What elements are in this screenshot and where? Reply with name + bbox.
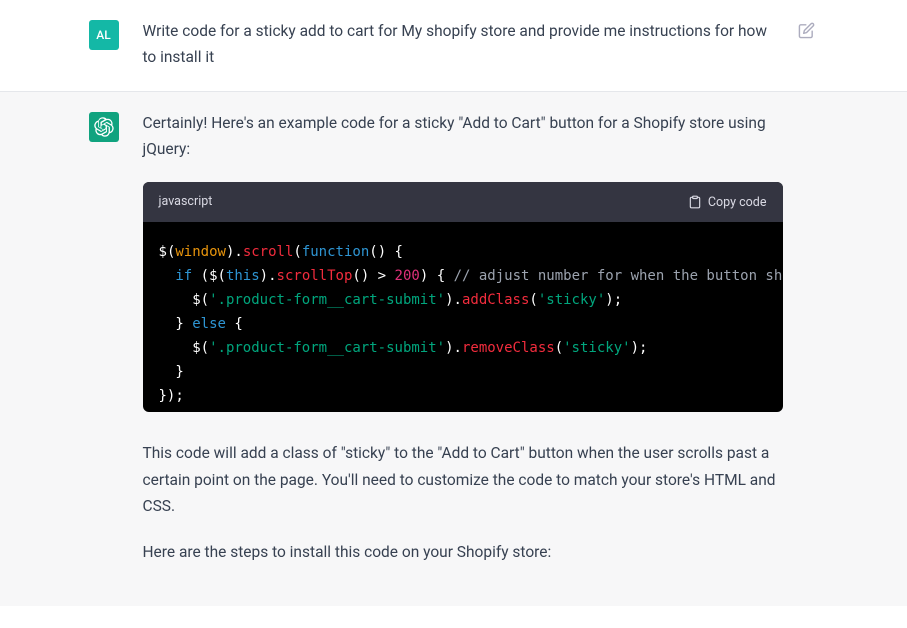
- user-initials: AL: [96, 25, 110, 45]
- code-block: javascript Copy code $(window).scroll(fu…: [143, 182, 783, 412]
- edit-button[interactable]: [798, 22, 815, 42]
- code-token: (: [201, 340, 209, 356]
- code-line: $(window).scroll(function() {: [159, 240, 767, 264]
- code-token: window: [175, 244, 226, 260]
- code-line: } else {: [159, 312, 767, 336]
- assistant-install-intro: Here are the steps to install this code …: [143, 539, 783, 565]
- code-token: ).: [445, 340, 462, 356]
- assistant-avatar: [89, 112, 119, 142]
- code-token: });: [159, 388, 184, 404]
- edit-icon: [798, 22, 815, 39]
- code-token: {: [226, 316, 243, 332]
- copy-code-label: Copy code: [708, 195, 767, 210]
- code-token: () >: [352, 268, 394, 284]
- assistant-row: Certainly! Here's an example code for a …: [79, 110, 829, 586]
- code-token: }: [159, 364, 184, 380]
- code-token: // adjust number for when the button sho…: [454, 268, 783, 284]
- copy-code-button[interactable]: Copy code: [688, 195, 767, 210]
- user-content: Write code for a sticky add to cart for …: [143, 18, 819, 71]
- code-token: (: [218, 268, 226, 284]
- code-token: (: [529, 292, 537, 308]
- user-turn: AL Write code for a sticky add to cart f…: [0, 0, 907, 92]
- code-token: scrollTop: [277, 268, 353, 284]
- code-token: $: [209, 268, 217, 284]
- code-token: 'sticky': [563, 340, 630, 356]
- code-token: $: [159, 244, 167, 260]
- code-token: 200: [395, 268, 420, 284]
- code-line: $('.product-form__cart-submit').removeCl…: [159, 336, 767, 360]
- code-token: [159, 340, 193, 356]
- code-token: this: [226, 268, 260, 284]
- code-token: ) {: [420, 268, 454, 284]
- code-token: (: [555, 340, 563, 356]
- assistant-turn: Certainly! Here's an example code for a …: [0, 92, 907, 606]
- user-row: AL Write code for a sticky add to cart f…: [79, 18, 829, 71]
- user-avatar: AL: [89, 20, 119, 50]
- user-message-text: Write code for a sticky add to cart for …: [143, 18, 783, 71]
- code-token: '.product-form__cart-submit': [209, 292, 445, 308]
- clipboard-icon: [688, 195, 702, 209]
- code-token: );: [631, 340, 648, 356]
- code-line: if ($(this).scrollTop() > 200) { // adju…: [159, 264, 767, 288]
- code-token: else: [192, 316, 226, 332]
- code-token: removeClass: [462, 340, 555, 356]
- code-language-label: javascript: [159, 191, 213, 212]
- code-token: [159, 292, 193, 308]
- code-token: ).: [445, 292, 462, 308]
- code-token: ).: [226, 244, 243, 260]
- code-line: $('.product-form__cart-submit').addClass…: [159, 288, 767, 312]
- code-body[interactable]: $(window).scroll(function() { if ($(this…: [143, 222, 783, 413]
- code-token: () {: [369, 244, 403, 260]
- code-token: $: [192, 340, 200, 356]
- code-token: scroll: [243, 244, 294, 260]
- code-line: }: [159, 360, 767, 384]
- code-token: (: [192, 268, 209, 284]
- assistant-explanation-text: This code will add a class of "sticky" t…: [143, 440, 783, 519]
- code-token: function: [302, 244, 369, 260]
- code-token: (: [293, 244, 301, 260]
- openai-logo-icon: [94, 117, 114, 137]
- code-token: '.product-form__cart-submit': [209, 340, 445, 356]
- code-token: );: [605, 292, 622, 308]
- code-header: javascript Copy code: [143, 182, 783, 221]
- code-token: (: [201, 292, 209, 308]
- code-token: $: [192, 292, 200, 308]
- code-token: [159, 268, 176, 284]
- code-line: });: [159, 384, 767, 408]
- code-token: if: [175, 268, 192, 284]
- assistant-intro-text: Certainly! Here's an example code for a …: [143, 110, 783, 163]
- code-token: 'sticky': [538, 292, 605, 308]
- assistant-content: Certainly! Here's an example code for a …: [143, 110, 819, 586]
- code-token: ).: [260, 268, 277, 284]
- code-token: }: [159, 316, 193, 332]
- code-token: addClass: [462, 292, 529, 308]
